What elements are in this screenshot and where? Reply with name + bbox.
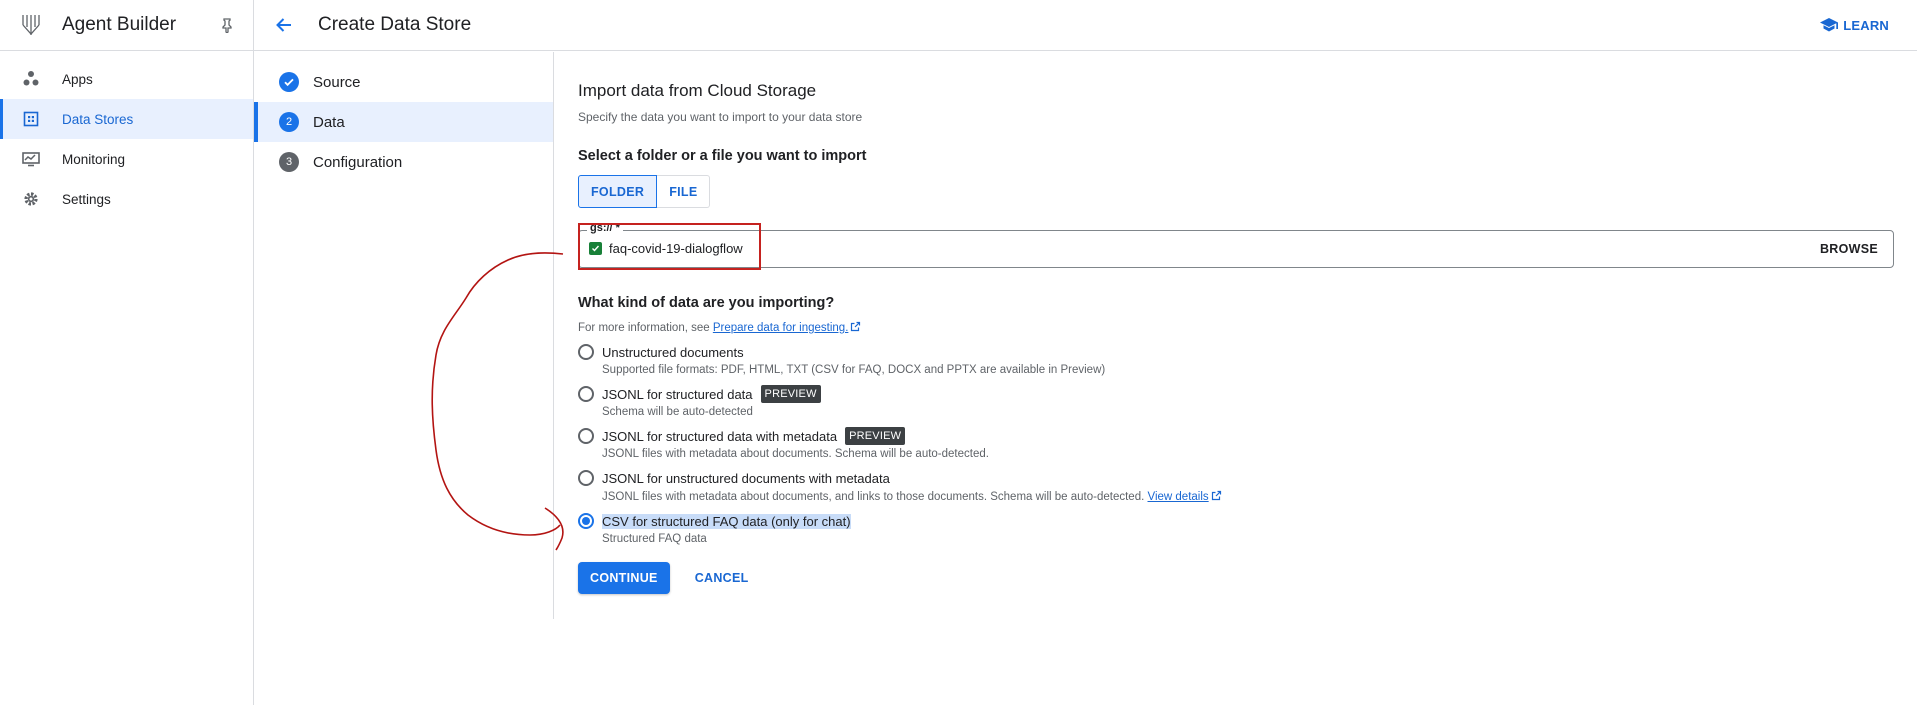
prepare-data-link[interactable]: Prepare data for ingesting. — [713, 322, 849, 334]
option-title: JSONL for structured data with metadata P… — [602, 426, 989, 446]
step-label: Source — [313, 73, 361, 91]
option-title-text: JSONL for structured data — [602, 386, 753, 402]
form-actions: CONTINUE CANCEL — [578, 562, 1897, 594]
external-link-icon — [851, 321, 861, 332]
option-title: CSV for structured FAQ data (only for ch… — [602, 511, 851, 531]
browse-button[interactable]: BROWSE — [1820, 242, 1878, 256]
radio-button[interactable] — [578, 470, 594, 486]
step-source[interactable]: Source — [254, 62, 553, 102]
radio-button-selected[interactable] — [578, 513, 594, 529]
data-stores-icon — [22, 110, 40, 128]
sidebar-item-settings[interactable]: Settings — [0, 179, 253, 219]
sidebar-item-label: Apps — [62, 71, 93, 87]
external-link-icon — [1211, 490, 1221, 501]
preview-badge: PREVIEW — [845, 427, 906, 445]
sidebar-item-data-stores[interactable]: Data Stores — [0, 99, 253, 139]
sidebar-item-label: Monitoring — [62, 151, 126, 167]
app-title: Agent Builder — [62, 14, 177, 35]
stepper: Source 2 Data 3 Configuration — [254, 52, 554, 619]
main-content: Import data from Cloud Storage Specify t… — [578, 52, 1897, 594]
step-data[interactable]: 2 Data — [254, 102, 553, 142]
option-desc: JSONL files with metadata about document… — [602, 448, 989, 460]
sidebar-nav: Apps Data Stores Monitoring Settings — [0, 51, 253, 219]
continue-button[interactable]: CONTINUE — [578, 562, 670, 594]
option-title: Unstructured documents — [602, 344, 744, 360]
step-label: Data — [313, 113, 345, 131]
option-desc: JSONL files with metadata about document… — [602, 490, 1222, 503]
step-number: 3 — [279, 152, 299, 172]
school-icon — [1820, 18, 1839, 32]
step-label: Configuration — [313, 153, 403, 171]
learn-label: LEARN — [1843, 17, 1889, 33]
apps-icon — [22, 70, 40, 88]
gs-path-field[interactable]: gs:// * faq-covid-19-dialogflow BROWSE — [578, 222, 1894, 268]
cancel-button[interactable]: CANCEL — [695, 571, 749, 585]
sidebar-item-label: Data Stores — [62, 111, 134, 127]
option-unstructured[interactable]: Unstructured documents Supported file fo… — [578, 342, 1897, 376]
option-desc: Supported file formats: PDF, HTML, TXT (… — [602, 364, 1106, 376]
option-title-text-highlighted: CSV for structured FAQ data (only for ch… — [602, 513, 851, 529]
option-title-text: JSONL for structured data with metadata — [602, 428, 838, 444]
step-number: 2 — [279, 112, 299, 132]
sidebar-item-label: Settings — [62, 191, 111, 207]
radio-button[interactable] — [578, 344, 594, 360]
step-configuration[interactable]: 3 Configuration — [254, 142, 553, 182]
option-title: JSONL for unstructured documents with me… — [602, 470, 890, 486]
option-jsonl-structured-metadata[interactable]: JSONL for structured data with metadata P… — [578, 426, 1897, 460]
check-icon — [279, 72, 299, 92]
sidebar-item-apps[interactable]: Apps — [0, 59, 253, 99]
gear-icon — [22, 190, 40, 208]
option-jsonl-structured[interactable]: JSONL for structured data PREVIEW Schema … — [578, 384, 1897, 418]
section-subtitle: Specify the data you want to import to y… — [578, 110, 863, 124]
page-header: Create Data Store LEARN — [254, 0, 1917, 51]
app-sidebar: Agent Builder Apps Data Stores Monitorin… — [0, 0, 254, 705]
option-desc-text: JSONL files with metadata about document… — [602, 491, 1145, 503]
option-jsonl-unstructured-metadata[interactable]: JSONL for unstructured documents with me… — [578, 468, 1897, 503]
option-desc: Structured FAQ data — [602, 533, 707, 545]
folder-file-toggle: FOLDER FILE — [578, 175, 1897, 208]
radio-button[interactable] — [578, 386, 594, 402]
learn-button[interactable]: LEARN — [1820, 18, 1889, 33]
app-header: Agent Builder — [0, 0, 253, 51]
annotation-highlight-box — [578, 223, 761, 270]
back-arrow-icon[interactable] — [272, 13, 296, 37]
page-title: Create Data Store — [318, 14, 472, 35]
monitoring-icon — [22, 150, 40, 168]
section-title: Import data from Cloud Storage — [578, 81, 817, 100]
view-details-link[interactable]: View details — [1148, 491, 1209, 503]
data-kind-heading: What kind of data are you importing? — [578, 295, 835, 311]
preview-badge: PREVIEW — [760, 385, 821, 403]
sidebar-item-monitoring[interactable]: Monitoring — [0, 139, 253, 179]
pin-icon[interactable] — [219, 17, 235, 34]
file-toggle-button[interactable]: FILE — [657, 175, 711, 208]
info-text: For more information, see Prepare data f… — [578, 321, 1897, 334]
radio-button[interactable] — [578, 428, 594, 444]
option-desc: Schema will be auto-detected — [602, 406, 753, 418]
option-title: JSONL for structured data PREVIEW — [602, 384, 821, 404]
info-prefix: For more information, see — [578, 322, 713, 334]
option-csv-faq[interactable]: CSV for structured FAQ data (only for ch… — [578, 511, 1897, 545]
select-heading: Select a folder or a file you want to im… — [578, 148, 867, 164]
agent-builder-logo-icon — [20, 12, 42, 38]
folder-toggle-button[interactable]: FOLDER — [578, 175, 658, 208]
